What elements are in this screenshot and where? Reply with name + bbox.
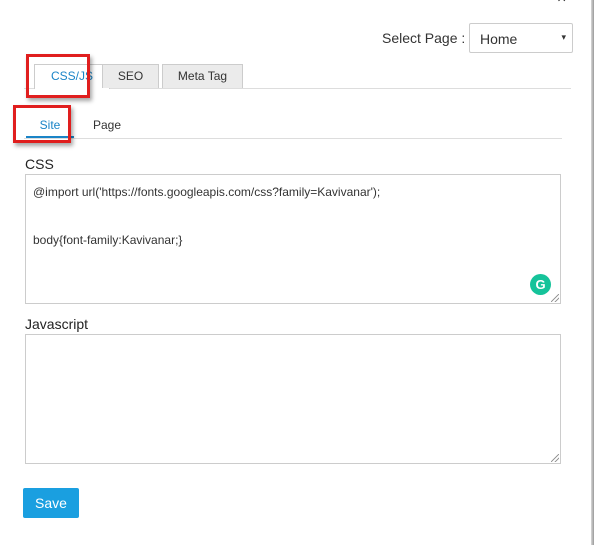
tab-meta-tag-label: Meta Tag	[177, 69, 228, 83]
css-line: @import url('https://fonts.googleapis.co…	[33, 185, 381, 199]
page-select-row: Select Page : Home ▾	[382, 23, 573, 53]
javascript-value	[33, 344, 553, 360]
css-line	[33, 216, 553, 232]
resize-handle-icon[interactable]	[551, 454, 559, 462]
subtab-page-label: Page	[92, 118, 122, 132]
highlight-box-css-js	[26, 54, 90, 98]
grammarly-icon[interactable]: G	[530, 274, 551, 295]
resize-handle-icon[interactable]	[551, 294, 559, 302]
javascript-label: Javascript	[25, 316, 89, 332]
subtab-page[interactable]: Page	[84, 114, 130, 138]
javascript-textarea[interactable]	[25, 334, 561, 464]
chevron-down-icon: ▾	[561, 32, 566, 42]
css-label: CSS	[25, 156, 54, 172]
save-button[interactable]: Save	[23, 488, 79, 518]
tab-meta-tag[interactable]: Meta Tag	[162, 64, 243, 88]
sub-tabs: Site Page	[24, 114, 562, 139]
css-line: body{font-family:Kavivanar;}	[33, 233, 183, 247]
main-tabs: CSS/JS SEO Meta Tag	[24, 64, 571, 89]
css-line	[33, 200, 553, 216]
css-textarea[interactable]: @import url('https://fonts.googleapis.co…	[25, 174, 561, 304]
page-settings-dialog: × Select Page : Home ▾ CSS/JS SEO Meta T…	[0, 0, 594, 545]
page-select[interactable]: Home ▾	[469, 23, 573, 53]
tab-seo-label: SEO	[117, 69, 144, 83]
highlight-box-site	[13, 105, 71, 143]
tab-seo[interactable]: SEO	[102, 64, 159, 88]
page-select-value: Home	[480, 31, 518, 47]
select-page-label: Select Page :	[382, 30, 466, 46]
close-icon[interactable]: ×	[557, 0, 566, 7]
